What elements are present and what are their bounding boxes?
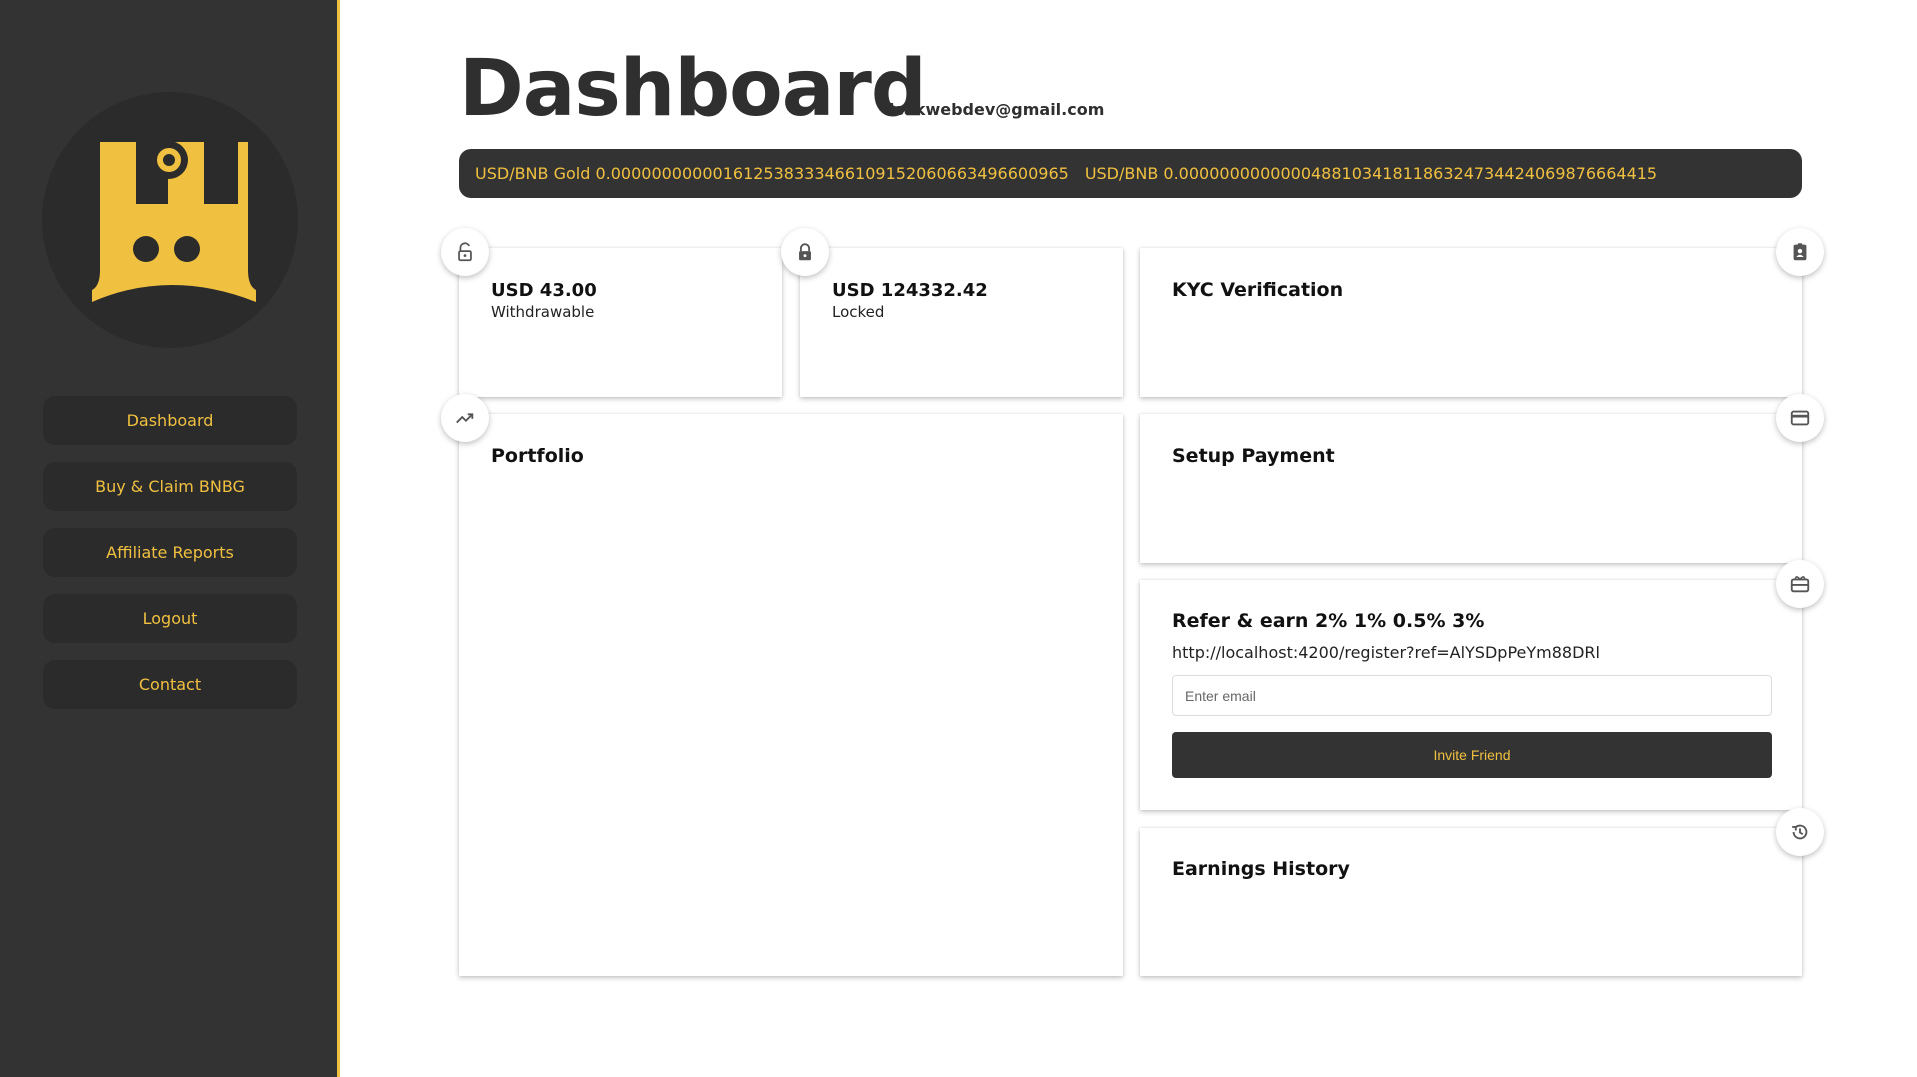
invite-friend-button[interactable]: Invite Friend [1172,732,1772,778]
setup-payment-card[interactable]: Setup Payment [1140,414,1802,563]
gift-card-icon [1776,560,1824,608]
badge-icon [1776,228,1824,276]
locked-card: USD 124332.42 Locked [800,248,1123,397]
earnings-history-title: Earnings History [1172,858,1350,880]
sidebar-item-logout[interactable]: Logout [43,594,297,643]
invite-email-input[interactable] [1172,675,1772,716]
crown-logo [42,92,298,348]
sidebar-item-contact[interactable]: Contact [43,660,297,709]
refer-title: Refer & earn 2% 1% 0.5% 3% [1172,610,1485,632]
portfolio-card: Portfolio [459,414,1123,976]
refer-card: Refer & earn 2% 1% 0.5% 3% http://localh… [1140,580,1802,810]
withdrawable-amount: USD 43.00 [491,280,597,301]
sidebar: Dashboard Buy & Claim BNBG Affiliate Rep… [0,0,340,1077]
main-content: Dashboard isakwebdev@gmail.com USD/BNB G… [338,0,1917,1077]
kyc-card[interactable]: KYC Verification [1140,248,1802,397]
credit-card-icon [1776,394,1824,442]
lock-icon [781,228,829,276]
locked-label: Locked [832,303,885,321]
locked-amount: USD 124332.42 [832,280,988,301]
referral-link[interactable]: http://localhost:4200/register?ref=AlYSD… [1172,643,1600,662]
withdrawable-card: USD 43.00 Withdrawable [459,248,782,397]
history-icon [1776,808,1824,856]
kyc-title: KYC Verification [1172,279,1344,301]
portfolio-title: Portfolio [491,445,584,467]
ticker-bnb: USD/BNB 0.000000000000048810341811863247… [1084,164,1658,183]
withdrawable-label: Withdrawable [491,303,595,321]
lock-open-icon [441,228,489,276]
sidebar-item-dashboard[interactable]: Dashboard [43,396,297,445]
sidebar-item-affiliate-reports[interactable]: Affiliate Reports [43,528,297,577]
sidebar-item-buy-claim[interactable]: Buy & Claim BNBG [43,462,297,511]
earnings-history-card: Earnings History [1140,828,1802,976]
setup-payment-title: Setup Payment [1172,445,1335,467]
sidebar-nav: Dashboard Buy & Claim BNBG Affiliate Rep… [43,396,297,726]
ticker-bnb-gold: USD/BNB Gold 0.0000000000016125383334661… [475,164,1069,183]
user-email: isakwebdev@gmail.com [889,100,1105,119]
trending-up-icon [441,394,489,442]
page-title: Dashboard [459,44,927,134]
price-ticker: USD/BNB Gold 0.0000000000016125383334661… [459,149,1802,198]
